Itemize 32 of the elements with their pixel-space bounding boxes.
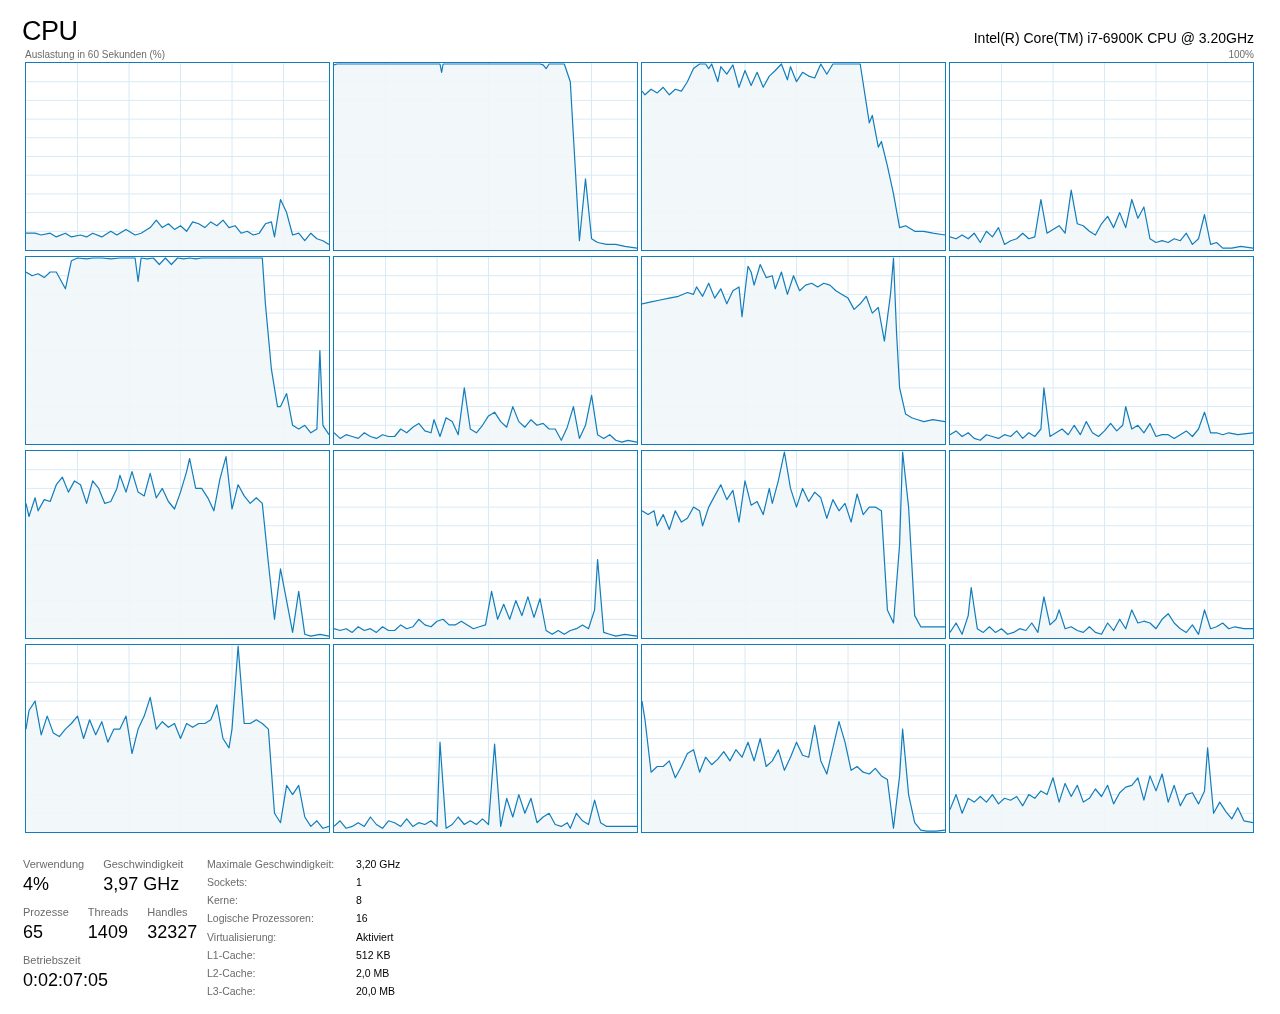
- detail-value: 20,0 MB: [356, 983, 397, 999]
- detail-value: 3,20 GHz: [356, 857, 401, 872]
- stat-value: 4%: [23, 873, 50, 896]
- stat-label: Threads: [87, 905, 129, 919]
- stat-label: Verwendung: [23, 857, 85, 871]
- stat-label: Handles: [147, 905, 189, 919]
- detail-value: 8: [356, 893, 363, 909]
- stat-value: 65: [23, 921, 45, 944]
- stat-value: 0:02:07:05: [23, 969, 109, 992]
- detail-value: 2,0 MB: [356, 965, 391, 981]
- detail-label: Logische Prozessoren:: [207, 911, 315, 927]
- stat-label: Betriebszeit: [23, 953, 82, 967]
- detail-label: Virtualisierung:: [207, 929, 278, 945]
- detail-value: 512 KB: [356, 947, 392, 963]
- detail-value: Aktiviert: [356, 929, 395, 945]
- detail-label: Sockets:: [207, 875, 249, 891]
- processor-name: Intel(R) Core(TM) i7-6900K CPU @ 3.20GHz: [973, 29, 1254, 48]
- detail-value: 1: [356, 875, 363, 891]
- stat-value: 1409: [87, 921, 129, 944]
- detail-label: L3-Cache:: [207, 983, 257, 999]
- detail-label: L1-Cache:: [207, 947, 257, 963]
- detail-label: L2-Cache:: [207, 965, 257, 981]
- stat-label: Geschwindigkeit: [103, 857, 184, 871]
- detail-value: 16: [356, 911, 369, 927]
- detail-label: Kerne:: [207, 893, 239, 909]
- graph-max-label: 100%: [1227, 48, 1254, 61]
- page-title: CPU: [22, 15, 78, 48]
- stat-value: 3,97 GHz: [103, 873, 181, 896]
- stat-label: Prozesse: [23, 905, 69, 919]
- detail-label: Maximale Geschwindigkeit:: [207, 857, 336, 872]
- stat-value: 32327: [147, 921, 198, 944]
- graph-caption: Auslastung in 60 Sekunden (%): [24, 48, 166, 61]
